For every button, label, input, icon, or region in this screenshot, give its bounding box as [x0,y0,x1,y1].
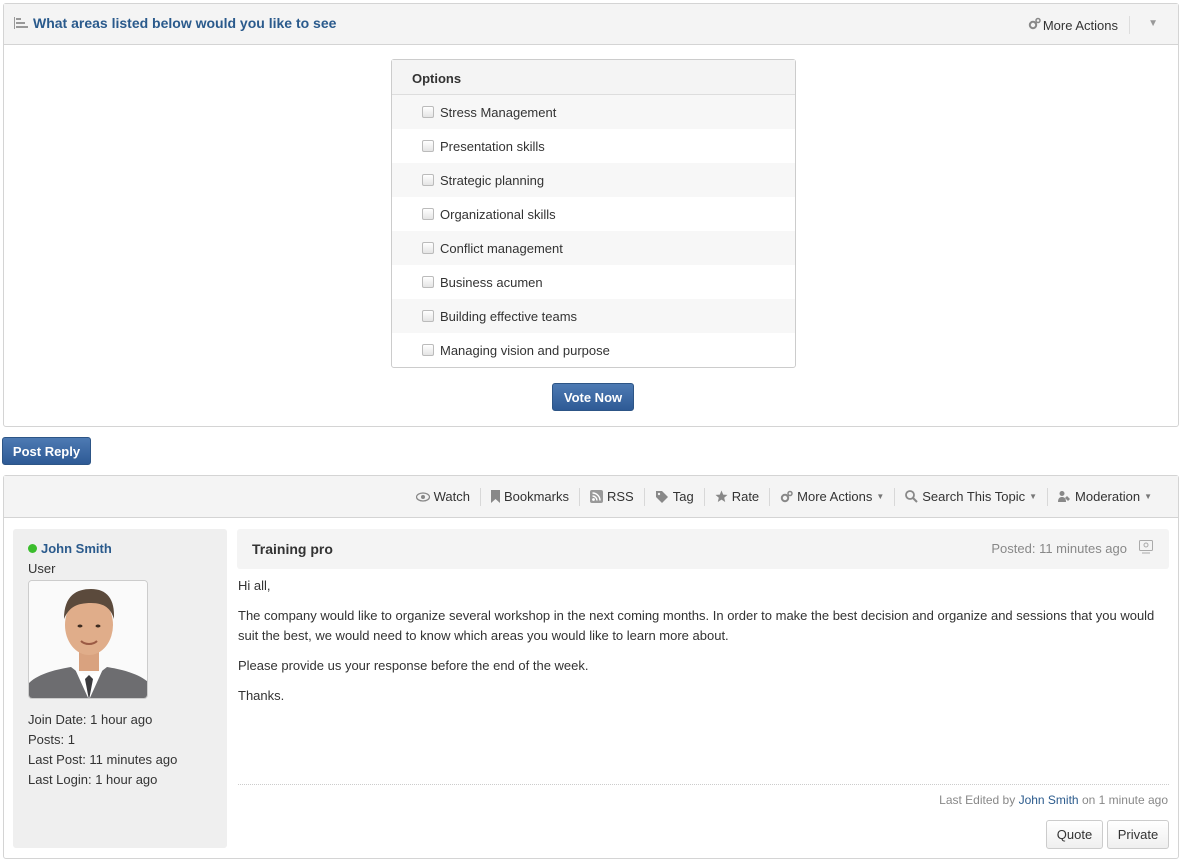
author-join-date: Join Date: 1 hour ago [28,712,153,727]
author-name-link[interactable]: John Smith [28,541,227,556]
post-paragraph: The company would like to organize sever… [238,608,1155,643]
collapse-caret-icon[interactable]: ▼ [1148,18,1158,29]
last-edited-suffix: on 1 minute ago [1081,793,1168,807]
author-stats: Join Date: 1 hour ago Posts: 1 Last Post… [28,712,227,792]
bookmark-icon [490,490,500,503]
options-header: Options [392,60,795,95]
moderation-label: Moderation [1075,489,1141,504]
quote-button[interactable]: Quote [1046,820,1103,849]
post-divider [238,784,1169,785]
author-last-post: Last Post: 11 minutes ago [28,752,178,767]
poll-option-row[interactable]: Business acumen [392,265,795,299]
poll-option-row[interactable]: Stress Management [392,95,795,129]
gear-icon [1028,17,1041,33]
poll-more-actions-label: More Actions [1042,17,1118,33]
poll-option-label: Business acumen [440,274,543,290]
gear-icon [780,490,793,503]
last-edited-note: Last Edited by John Smith on 1 minute ag… [939,793,1168,807]
poll-option-checkbox[interactable] [422,310,434,322]
post-timestamp: Posted: 11 minutes ago [991,541,1127,556]
author-card: John Smith User Join Date: 1 hour ago Po… [13,529,227,848]
more-actions-label: More Actions [797,489,873,504]
poll-more-actions[interactable]: More Actions [1028,17,1118,33]
author-name: John Smith [41,541,112,556]
post-screen-icon[interactable] [1139,540,1153,557]
poll-option-checkbox[interactable] [422,208,434,220]
poll-option-label: Managing vision and purpose [440,342,610,358]
post-paragraph: Hi all, [238,578,271,593]
more-actions-dropdown[interactable]: More Actions ▼ [770,489,894,504]
poll-option-checkbox[interactable] [422,174,434,186]
poll-panel: What areas listed below would you like t… [3,3,1179,427]
search-topic-label: Search This Topic [922,489,1026,504]
last-edited-prefix: Last Edited by [939,793,1016,807]
bookmarks-button[interactable]: Bookmarks [481,489,579,504]
rss-button[interactable]: RSS [580,489,644,504]
poll-option-row[interactable]: Strategic planning [392,163,795,197]
poll-option-row[interactable]: Managing vision and purpose [392,333,795,367]
poll-options-box: Options Stress Management Presentation sk… [391,59,796,368]
poll-option-checkbox[interactable] [422,140,434,152]
poll-title: What areas listed below would you like t… [14,15,336,31]
poll-option-label: Presentation skills [440,138,545,154]
poll-option-label: Building effective teams [440,308,578,324]
private-message-button[interactable]: Private [1107,820,1169,849]
rss-icon [590,490,603,503]
post-paragraph: Please provide us your response before t… [238,658,589,673]
poll-option-checkbox[interactable] [422,276,434,288]
poll-option-row[interactable]: Organizational skills [392,197,795,231]
poll-header: What areas listed below would you like t… [4,4,1178,45]
poll-option-checkbox[interactable] [422,106,434,118]
chevron-down-icon: ▼ [876,492,885,501]
poll-chart-icon [14,17,28,29]
post-title: Training pro [252,541,333,557]
post-reply-button[interactable]: Post Reply [2,437,91,465]
poll-option-checkbox[interactable] [422,242,434,254]
poll-option-label: Strategic planning [440,172,545,188]
tag-label: Tag [672,489,694,504]
chevron-down-icon: ▼ [1029,492,1038,501]
rss-label: RSS [607,489,634,504]
post-header: Training pro Posted: 11 minutes ago [237,529,1169,569]
options-list: Stress Management Presentation skills Stra… [392,95,795,367]
poll-option-label: Organizational skills [440,206,556,222]
poll-option-row[interactable]: Building effective teams [392,299,795,333]
poll-option-row[interactable]: Conflict management [392,231,795,265]
rate-button[interactable]: Rate [705,489,769,504]
moderation-icon [1058,490,1071,503]
watch-label: Watch [433,489,470,504]
post-paragraph: Thanks. [238,688,285,703]
tag-icon [655,490,669,503]
vote-now-button[interactable]: Vote Now [552,383,634,411]
online-status-icon [28,544,37,553]
search-icon [905,490,918,503]
rate-label: Rate [731,489,760,504]
poll-option-label: Conflict management [440,240,563,256]
poll-option-checkbox[interactable] [422,344,434,356]
topic-toolbar: Watch Bookmarks RSS Tag Rate More Action… [4,476,1178,518]
avatar[interactable] [28,580,148,699]
moderation-dropdown[interactable]: Moderation ▼ [1048,489,1162,504]
post-body: Hi all, The company would like to organiz… [238,576,1158,716]
topic-panel: Watch Bookmarks RSS Tag Rate More Action… [3,475,1179,859]
author-posts: Posts: 1 [28,732,75,747]
star-icon [715,490,728,503]
last-edited-user-link[interactable]: John Smith [1019,793,1079,807]
author-last-login: Last Login: 1 hour ago [28,772,158,787]
poll-title-text: What areas listed below would you like t… [33,15,337,31]
search-topic-dropdown[interactable]: Search This Topic ▼ [895,489,1047,504]
poll-option-row[interactable]: Presentation skills [392,129,795,163]
bookmarks-label: Bookmarks [503,489,569,504]
author-role: User [28,561,56,576]
chevron-down-icon: ▼ [1144,492,1152,501]
eye-icon [415,491,430,502]
poll-option-label: Stress Management [440,104,557,120]
watch-button[interactable]: Watch [406,489,480,504]
header-divider [1129,16,1130,34]
tag-button[interactable]: Tag [645,489,704,504]
